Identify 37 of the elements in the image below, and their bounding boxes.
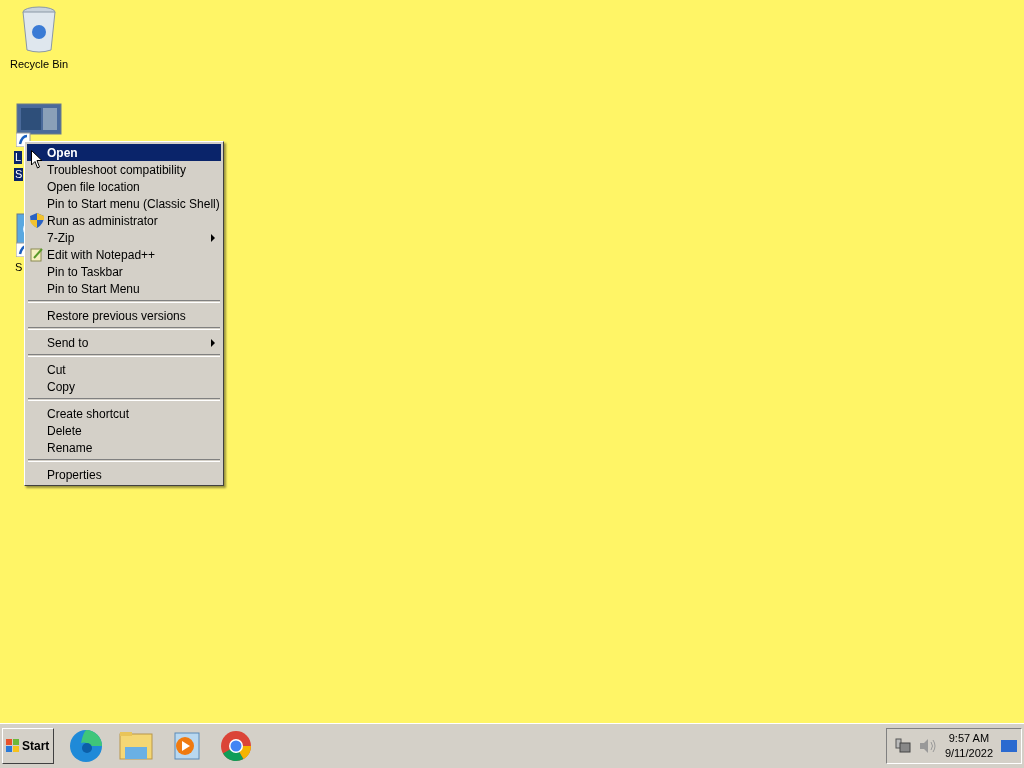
menu-item[interactable]: 7-Zip [27,229,221,246]
icon-label: S [14,168,24,181]
recycle-bin-icon [21,6,57,54]
menu-item[interactable]: Pin to Start menu (Classic Shell) [27,195,221,212]
menu-item[interactable]: Create shortcut [27,405,221,422]
menu-item[interactable]: Troubleshoot compatibility [27,161,221,178]
menu-item[interactable]: Rename [27,439,221,456]
media-player-icon[interactable] [171,731,201,761]
show-desktop-icon[interactable] [1001,739,1017,753]
network-icon[interactable] [894,738,911,754]
clock-time: 9:57 AM [948,731,990,746]
chrome-icon[interactable] [220,730,252,762]
menu-item[interactable]: Send to [27,334,221,351]
speaker-icon[interactable] [918,738,937,754]
menu-item[interactable]: Copy [27,378,221,395]
start-button[interactable]: Start [2,728,54,764]
notepad-icon [30,247,44,262]
submenu-arrow-icon [211,339,215,347]
icon-label: L [14,151,23,164]
menu-item[interactable]: Delete [27,422,221,439]
icon-label: S [14,261,24,274]
windows-logo-icon [6,739,20,753]
mouse-pointer-icon [31,150,43,169]
menu-item[interactable]: Cut [27,361,221,378]
menu-item[interactable]: Pin to Start Menu [27,280,221,297]
shield-icon [30,213,44,228]
clock-date: 9/11/2022 [944,746,993,761]
menu-item[interactable]: Properties [27,466,221,483]
menu-item[interactable]: Open [27,144,221,161]
menu-item[interactable]: Restore previous versions [27,307,221,324]
submenu-arrow-icon [211,234,215,242]
menu-item[interactable]: Edit with Notepad++ [27,246,221,263]
icon-label: Recycle Bin [9,58,69,71]
menu-item[interactable]: Open file location [27,178,221,195]
browser-icon[interactable] [69,729,103,763]
menu-item[interactable]: Run as administrator [27,212,221,229]
menu-item[interactable]: Pin to Taskbar [27,263,221,280]
